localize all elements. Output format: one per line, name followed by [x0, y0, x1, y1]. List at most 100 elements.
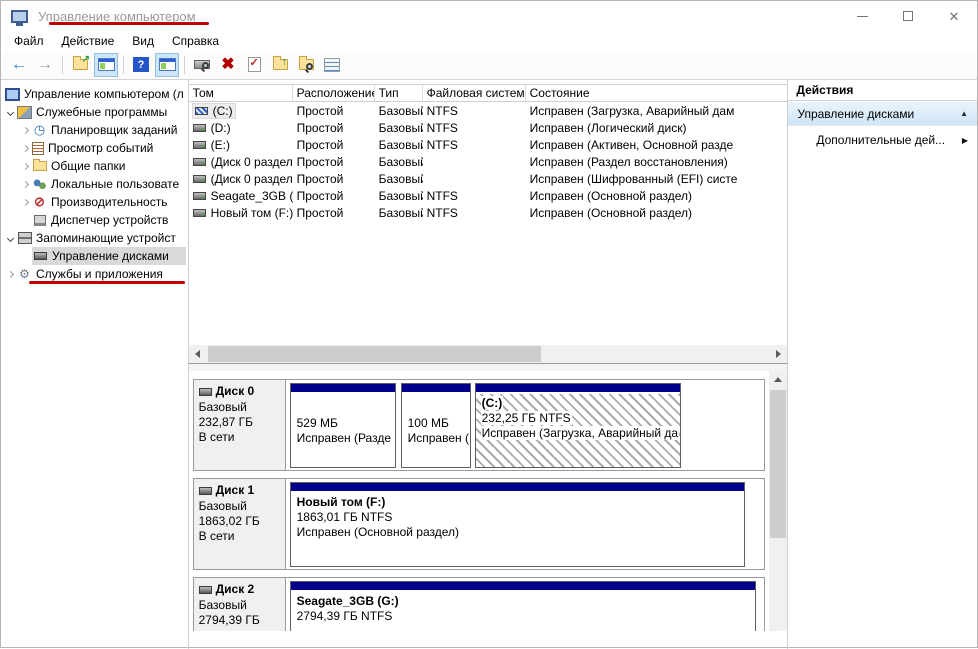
- toolbar: ← → ↗ ? ✖ ✓ ↑: [1, 50, 977, 80]
- tree-item-system-tools[interactable]: Служебные программы: [1, 103, 188, 121]
- annotation-underline-tree: [29, 281, 185, 284]
- show-action-pane-button[interactable]: [155, 53, 179, 77]
- partition-recovery[interactable]: 529 МБ Исправен (Разде: [290, 383, 396, 468]
- actions-group-disk-management[interactable]: Управление дисками ▲: [788, 101, 977, 126]
- horizontal-scrollbar[interactable]: [189, 345, 788, 363]
- toolbar-separator: [123, 56, 124, 74]
- volume-icon: [193, 158, 206, 166]
- table-row[interactable]: (C:) Простой Базовый NTFS Исправен (Загр…: [189, 102, 788, 119]
- tree-item-disk-management[interactable]: Управление дисками: [1, 247, 188, 265]
- disk-graphical-view: Диск 0 Базовый 232,87 ГБ В сети 529 МБ И…: [189, 371, 788, 631]
- action-pane-icon: [159, 58, 176, 71]
- table-row[interactable]: Seagate_3GB (G:) Простой Базовый NTFS Ис…: [189, 187, 788, 204]
- scrollbar-thumb[interactable]: [208, 346, 541, 362]
- partition-c[interactable]: (C:) 232,25 ГБ NTFS Исправен (Загрузка, …: [475, 383, 681, 468]
- actions-more-item[interactable]: Дополнительные дей... ▶: [788, 126, 977, 154]
- minimize-icon: [857, 16, 868, 17]
- chevron-down-icon[interactable]: [4, 236, 17, 241]
- rescan-disks-button[interactable]: [190, 53, 214, 77]
- tree-item-local-users[interactable]: Локальные пользовате: [1, 175, 188, 193]
- column-header-volume[interactable]: Том: [189, 85, 293, 101]
- column-header-status[interactable]: Состояние: [526, 85, 788, 101]
- open-button[interactable]: ↑: [268, 53, 292, 77]
- scroll-up-icon[interactable]: [769, 371, 787, 388]
- delete-volume-button[interactable]: ✖: [216, 53, 240, 77]
- chevron-right-icon[interactable]: [19, 146, 32, 151]
- partition-efi[interactable]: 100 МБ Исправен (: [401, 383, 471, 468]
- main-area: Управление компьютером (л Служебные прог…: [1, 80, 977, 649]
- tree-item-storage[interactable]: Запоминающие устройст: [1, 229, 188, 247]
- storage-icon: [17, 232, 32, 245]
- table-row[interactable]: Новый том (F:) Простой Базовый NTFS Испр…: [189, 204, 788, 221]
- tree-item-device-manager[interactable]: Диспетчер устройств: [1, 211, 188, 229]
- close-button[interactable]: ✕: [931, 1, 977, 31]
- chevron-right-icon[interactable]: [19, 164, 32, 169]
- properties-icon: [324, 58, 340, 72]
- table-row[interactable]: (Диск 0 раздел 2) Простой Базовый Исправ…: [189, 170, 788, 187]
- column-header-layout[interactable]: Расположение: [293, 85, 375, 101]
- chevron-right-icon[interactable]: [19, 182, 32, 187]
- properties-button[interactable]: [320, 53, 344, 77]
- forward-button[interactable]: →: [33, 53, 57, 77]
- partition-f[interactable]: Новый том (F:) 1863,01 ГБ NTFS Исправен …: [290, 482, 745, 567]
- disk0-label[interactable]: Диск 0 Базовый 232,87 ГБ В сети: [194, 380, 286, 470]
- chevron-right-icon[interactable]: [4, 272, 17, 277]
- table-row[interactable]: (E:) Простой Базовый NTFS Исправен (Акти…: [189, 136, 788, 153]
- menu-view[interactable]: Вид: [123, 32, 163, 50]
- disk-row: Диск 1 Базовый 1863,02 ГБ В сети Новый т…: [193, 478, 765, 570]
- scroll-left-icon[interactable]: [189, 345, 207, 363]
- actions-pane: Действия Управление дисками ▲ Дополнител…: [787, 80, 977, 649]
- chevron-right-icon[interactable]: [19, 200, 32, 205]
- volume-icon: [193, 209, 206, 217]
- partition-g[interactable]: Seagate_3GB (G:) 2794,39 ГБ NTFS: [290, 581, 756, 631]
- console-tree-icon: [98, 58, 115, 71]
- tree-item-performance[interactable]: ⊘ Производительность: [1, 193, 188, 211]
- computer-icon: [5, 88, 20, 101]
- toolbar-separator: [62, 56, 63, 74]
- chevron-right-icon[interactable]: [19, 128, 32, 133]
- column-header-type[interactable]: Тип: [375, 85, 423, 101]
- tree-item-task-scheduler[interactable]: ◷ Планировщик заданий: [1, 121, 188, 139]
- minimize-button[interactable]: [839, 1, 885, 31]
- services-icon: ⚙: [17, 268, 32, 281]
- annotation-underline-title: [49, 22, 209, 25]
- collapse-icon[interactable]: ▲: [960, 109, 968, 118]
- menu-file[interactable]: Файл: [5, 32, 53, 50]
- tree-selection: Управление дисками: [32, 247, 186, 265]
- scrollbar-thumb[interactable]: [770, 390, 786, 538]
- help-button[interactable]: ?: [129, 53, 153, 77]
- scroll-right-icon[interactable]: [769, 345, 787, 363]
- shared-folder-icon: [32, 160, 47, 173]
- menu-bar: Файл Действие Вид Справка: [1, 31, 977, 50]
- export-list-button[interactable]: ↗: [68, 53, 92, 77]
- console-tree: Управление компьютером (л Служебные прог…: [1, 80, 189, 649]
- title-bar: Управление компьютером ✕: [1, 1, 977, 31]
- disk-icon: [199, 487, 212, 495]
- tools-icon: [17, 106, 32, 119]
- menu-help[interactable]: Справка: [163, 32, 228, 50]
- back-icon: ←: [11, 57, 27, 73]
- vertical-scrollbar[interactable]: [769, 371, 787, 631]
- delete-icon: ✖: [221, 57, 234, 73]
- table-row[interactable]: (Диск 0 раздел 1) Простой Базовый Исправ…: [189, 153, 788, 170]
- disk2-label[interactable]: Диск 2 Базовый 2794,39 ГБ: [194, 578, 286, 631]
- tree-item-computer-management[interactable]: Управление компьютером (л: [1, 85, 188, 103]
- volume-icon: [193, 175, 206, 183]
- column-header-filesystem[interactable]: Файловая система: [423, 85, 526, 101]
- rescan-disks-icon: [194, 60, 210, 69]
- disk1-label[interactable]: Диск 1 Базовый 1863,02 ГБ В сети: [194, 479, 286, 569]
- show-console-tree-button[interactable]: [94, 53, 118, 77]
- submenu-arrow-icon: ▶: [962, 136, 968, 145]
- device-manager-icon: [32, 214, 47, 227]
- volume-icon: [193, 141, 206, 149]
- mark-active-button[interactable]: ✓: [242, 53, 266, 77]
- table-row[interactable]: (D:) Простой Базовый NTFS Исправен (Логи…: [189, 119, 788, 136]
- menu-action[interactable]: Действие: [53, 32, 124, 50]
- chevron-down-icon[interactable]: [4, 110, 17, 115]
- tree-item-shared-folders[interactable]: Общие папки: [1, 157, 188, 175]
- explore-button[interactable]: [294, 53, 318, 77]
- maximize-button[interactable]: [885, 1, 931, 31]
- back-button[interactable]: ←: [7, 53, 31, 77]
- pane-splitter[interactable]: [189, 363, 788, 371]
- tree-item-event-viewer[interactable]: Просмотр событий: [1, 139, 188, 157]
